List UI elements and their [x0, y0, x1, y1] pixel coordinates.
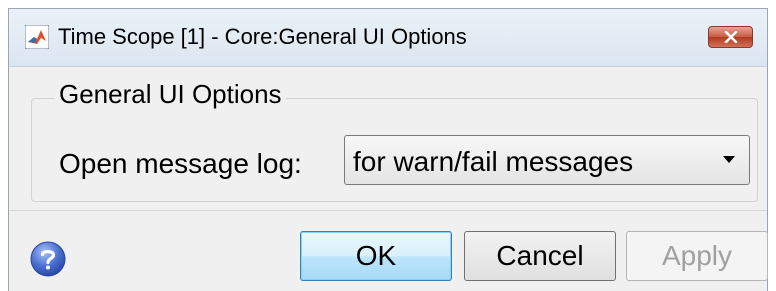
message-log-label: Open message log: — [59, 148, 302, 179]
chevron-down-icon — [723, 156, 735, 163]
divider — [9, 210, 767, 211]
close-icon — [724, 31, 737, 43]
title-bar[interactable]: Time Scope [1] - Core:General UI Options — [9, 9, 767, 67]
matlab-icon — [25, 25, 49, 49]
window-title: Time Scope [1] - Core:General UI Options — [58, 24, 467, 49]
cancel-button[interactable]: Cancel — [464, 231, 616, 281]
dialog-window: Time Scope [1] - Core:General UI Options… — [8, 8, 768, 291]
help-icon[interactable] — [29, 240, 67, 278]
group-title: General UI Options — [55, 79, 286, 110]
ok-button[interactable]: OK — [300, 231, 452, 281]
message-log-dropdown[interactable]: for warn/fail messages — [344, 135, 750, 185]
close-button[interactable] — [708, 26, 753, 48]
apply-button[interactable]: Apply — [626, 231, 768, 281]
message-log-selected-value: for warn/fail messages — [353, 146, 634, 177]
